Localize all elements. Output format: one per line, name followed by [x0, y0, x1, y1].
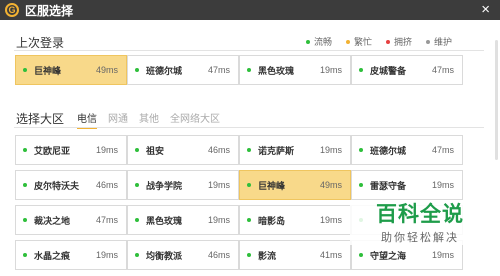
- server-ping: 19ms: [319, 65, 342, 75]
- status-dot-icon: [247, 218, 251, 222]
- legend-smooth: 流畅: [305, 35, 332, 48]
- server-name: 雷瑟守备: [370, 180, 407, 191]
- status-dot-icon: [359, 253, 363, 257]
- server-name: 艾欧尼亚: [34, 145, 71, 156]
- recent-server-tile[interactable]: 班德尔城 47ms: [127, 55, 239, 85]
- server-ping: 47ms: [431, 65, 454, 75]
- watermark-logo: 百科全说 助你轻松解决: [350, 203, 490, 245]
- server-name: 黑色玫瑰: [258, 65, 295, 76]
- server-name: 皮城警备: [370, 65, 407, 76]
- title-bar: G 区服选择 ×: [0, 0, 500, 20]
- server-tile[interactable]: 战争学院 19ms: [127, 170, 239, 200]
- divider: [14, 127, 484, 128]
- server-ping: 19ms: [207, 180, 230, 190]
- server-ping: 19ms: [95, 250, 118, 260]
- server-name: 皮尔特沃夫: [34, 180, 80, 191]
- divider: [14, 50, 484, 51]
- status-dot-icon: [135, 68, 139, 72]
- server-name: 巨神峰: [34, 65, 62, 76]
- status-dot-icon: [359, 148, 363, 152]
- server-ping: 46ms: [207, 250, 230, 260]
- server-name: 战争学院: [146, 180, 183, 191]
- close-icon[interactable]: ×: [481, 2, 490, 18]
- status-dot-icon: [135, 253, 139, 257]
- server-name: 均衡教派: [146, 250, 183, 261]
- recent-server-tile[interactable]: 皮城警备 47ms: [351, 55, 463, 85]
- smooth-status-dot-icon: [305, 39, 310, 44]
- recent-server-tile[interactable]: 巨神峰 49ms: [15, 55, 127, 85]
- status-dot-icon: [23, 218, 27, 222]
- server-tile[interactable]: 均衡教派 46ms: [127, 240, 239, 270]
- status-dot-icon: [135, 148, 139, 152]
- server-name: 暗影岛: [258, 215, 286, 226]
- server-name: 巨神峰: [258, 180, 286, 191]
- recent-server-tile[interactable]: 黑色玫瑰 19ms: [239, 55, 351, 85]
- server-ping: 47ms: [431, 145, 454, 155]
- status-legend: 流畅 繁忙 拥挤 维护: [305, 35, 452, 48]
- server-ping: 19ms: [319, 215, 342, 225]
- legend-maintenance: 维护: [425, 35, 452, 48]
- server-name: 水晶之痕: [34, 250, 71, 261]
- server-name: 守望之海: [370, 250, 407, 261]
- status-dot-icon: [359, 183, 363, 187]
- server-ping: 19ms: [207, 215, 230, 225]
- server-ping: 47ms: [95, 215, 118, 225]
- server-ping: 47ms: [207, 65, 230, 75]
- server-tile[interactable]: 黑色玫瑰 19ms: [127, 205, 239, 235]
- server-name: 裁决之地: [34, 215, 71, 226]
- window-title: 区服选择: [25, 3, 74, 18]
- server-tile[interactable]: 祖安 46ms: [127, 135, 239, 165]
- server-ping: 46ms: [207, 145, 230, 155]
- server-tile[interactable]: 皮尔特沃夫 46ms: [15, 170, 127, 200]
- status-dot-icon: [247, 183, 251, 187]
- app-logo-icon: G: [5, 3, 19, 17]
- server-ping: 19ms: [431, 180, 454, 190]
- server-ping: 41ms: [319, 250, 342, 260]
- server-name: 黑色玫瑰: [146, 215, 183, 226]
- maintenance-status-dot-icon: [425, 39, 430, 44]
- legend-crowded: 拥挤: [385, 35, 412, 48]
- server-tile[interactable]: 艾欧尼亚 19ms: [15, 135, 127, 165]
- status-dot-icon: [23, 183, 27, 187]
- server-ping: 19ms: [319, 145, 342, 155]
- server-ping: 49ms: [319, 180, 342, 190]
- server-name: 祖安: [146, 145, 165, 156]
- server-tile[interactable]: 水晶之痕 19ms: [15, 240, 127, 270]
- status-dot-icon: [359, 68, 363, 72]
- legend-busy: 繁忙: [345, 35, 372, 48]
- crowded-status-dot-icon: [385, 39, 390, 44]
- server-tile[interactable]: 巨神峰 49ms: [239, 170, 351, 200]
- scrollbar[interactable]: [495, 40, 498, 160]
- server-name: 班德尔城: [146, 65, 183, 76]
- server-name: 影流: [258, 250, 277, 261]
- server-tile[interactable]: 雷瑟守备 19ms: [351, 170, 463, 200]
- server-tile[interactable]: 诺克萨斯 19ms: [239, 135, 351, 165]
- status-dot-icon: [247, 253, 251, 257]
- server-tile[interactable]: 裁决之地 47ms: [15, 205, 127, 235]
- server-tile[interactable]: 暗影岛 19ms: [239, 205, 351, 235]
- server-tile[interactable]: 影流 41ms: [239, 240, 351, 270]
- status-dot-icon: [247, 148, 251, 152]
- server-ping: 19ms: [95, 145, 118, 155]
- status-dot-icon: [135, 218, 139, 222]
- status-dot-icon: [23, 253, 27, 257]
- status-dot-icon: [247, 68, 251, 72]
- server-name: 诺克萨斯: [258, 145, 295, 156]
- select-region-heading: 选择大区: [16, 112, 65, 126]
- status-dot-icon: [23, 148, 27, 152]
- status-dot-icon: [135, 183, 139, 187]
- server-ping: 49ms: [95, 65, 118, 75]
- recent-login-heading: 上次登录: [16, 36, 65, 50]
- server-tile[interactable]: 班德尔城 47ms: [351, 135, 463, 165]
- server-ping: 19ms: [431, 250, 454, 260]
- watermark-subtitle: 助你轻松解决: [381, 232, 459, 244]
- status-dot-icon: [23, 68, 27, 72]
- server-name: 班德尔城: [370, 145, 407, 156]
- busy-status-dot-icon: [345, 39, 350, 44]
- watermark-title: 百科全说: [376, 203, 464, 226]
- server-ping: 46ms: [95, 180, 118, 190]
